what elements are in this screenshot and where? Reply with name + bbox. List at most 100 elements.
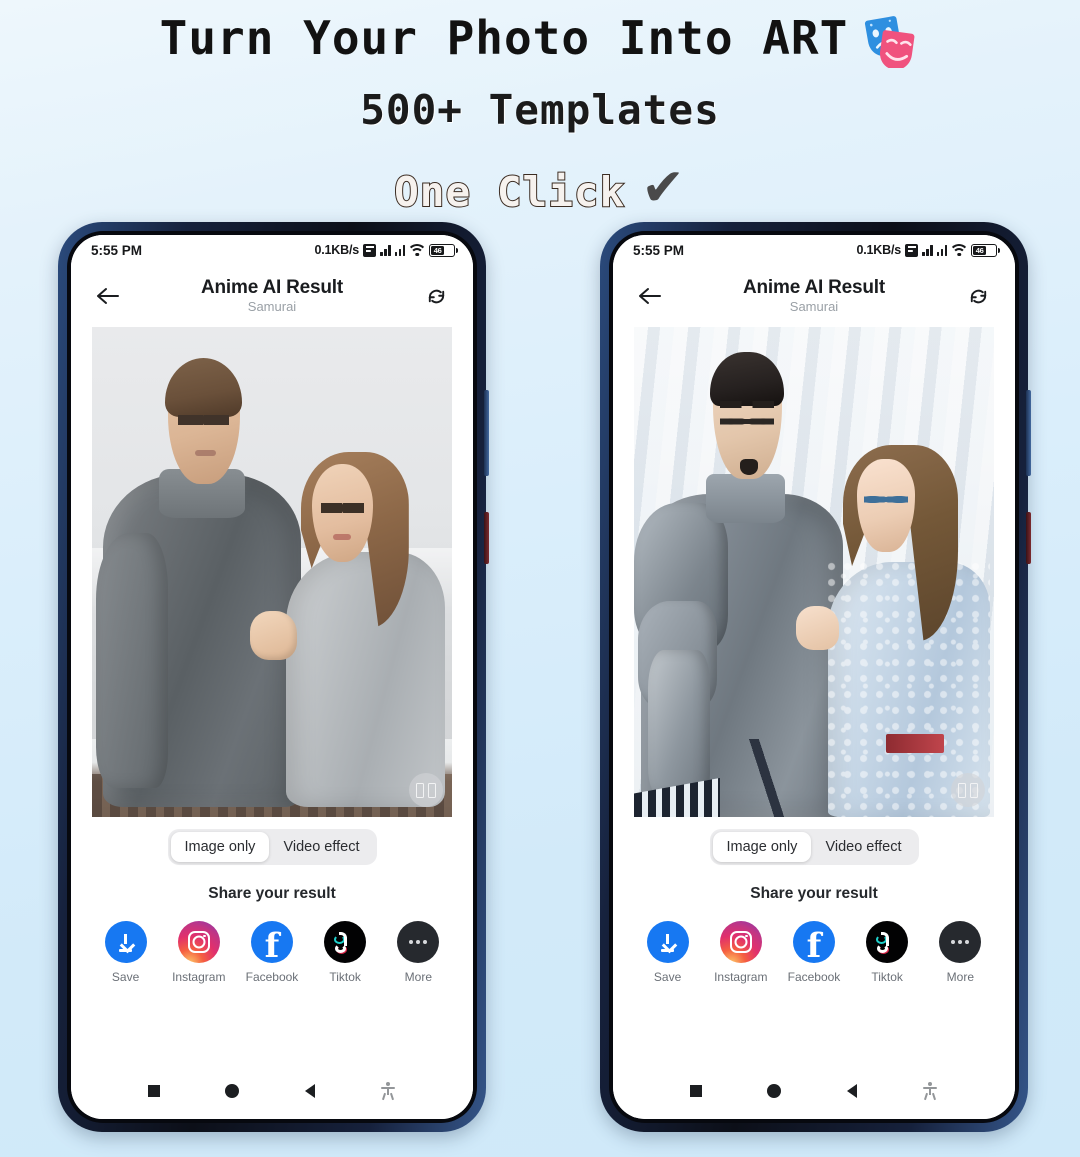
share-instagram-button[interactable]: Instagram [707,921,775,984]
back-icon[interactable] [304,1084,315,1098]
promo-line-1-text: Turn Your Photo Into ART [159,11,849,65]
facebook-icon: f [250,921,293,963]
refresh-icon[interactable] [415,275,457,317]
page-title: Anime AI Result [743,277,885,299]
mode-segmented-control: Image only Video effect [71,817,473,877]
status-time: 5:55 PM [91,242,143,258]
more-dots-icon [397,921,440,963]
share-save-button[interactable]: Save [634,921,702,984]
share-instagram-button[interactable]: Instagram [165,921,233,984]
phone-before: 5:55 PM 0.1KB/s 46 Anime AI Result Samur… [58,222,489,1132]
phone-screen: 5:55 PM 0.1KB/s 46 Anime AI Result Samur… [613,235,1015,1119]
checkmark-icon: ✔ [641,158,686,218]
app-bar: Anime AI Result Samurai [71,265,473,327]
share-save-button[interactable]: Save [92,921,160,984]
wifi-icon [951,244,967,256]
signal-icon-1 [380,244,391,256]
share-facebook-button[interactable]: f Facebook [238,921,306,984]
share-more-button[interactable]: More [926,921,994,984]
segmented-track: Image only Video effect [167,829,377,865]
theater-masks-icon [862,12,920,70]
signal-icon-1 [922,244,933,256]
phone-after: 5:55 PM 0.1KB/s 46 Anime AI Result Samur… [600,222,1031,1132]
accessibility-icon[interactable] [380,1082,396,1101]
back-arrow-icon[interactable] [87,275,129,317]
instagram-icon [177,921,220,963]
share-title: Share your result [71,877,473,905]
page-subtitle: Samurai [247,299,297,315]
facebook-icon: f [792,921,835,963]
instagram-icon [719,921,762,963]
share-label: Instagram [714,970,768,984]
result-image-area [71,327,473,817]
refresh-icon[interactable] [957,275,999,317]
volume-button[interactable] [484,390,489,476]
share-label: Tiktok [871,970,903,984]
signal-icon-2 [394,244,405,256]
recent-apps-icon[interactable] [147,1085,160,1097]
power-button[interactable] [484,512,489,564]
photo-anime-samurai [634,327,994,817]
home-icon[interactable] [767,1084,782,1098]
share-tiktok-button[interactable]: Tiktok [311,921,379,984]
share-row: Save Instagram f Facebook Tiktok More [71,905,473,984]
promo-headline: Turn Your Photo Into ART 500+ Templates … [0,0,1080,222]
app-bar: Anime AI Result Samurai [613,265,1015,327]
result-image-area [613,327,1015,817]
status-icons: 0.1KB/s 46 [314,243,458,257]
photo-original [92,327,452,817]
segment-image-only[interactable]: Image only [712,832,812,862]
result-image-before[interactable] [92,327,452,817]
battery-icon: 46 [429,243,458,257]
phone-bezel: 5:55 PM 0.1KB/s 46 Anime AI Result Samur… [609,231,1019,1123]
compare-split-icon[interactable] [951,773,985,807]
share-label: Facebook [787,970,841,984]
segment-image-only[interactable]: Image only [170,832,270,862]
share-label: More [946,970,975,984]
battery-level: 46 [431,245,445,255]
data-saver-icon [363,243,376,257]
compare-split-icon[interactable] [409,773,443,807]
share-label: Save [111,970,140,984]
network-speed: 0.1KB/s [856,243,902,257]
segment-video-effect[interactable]: Video effect [811,832,915,862]
promo-line-3: One Click ✔ [0,162,1080,218]
network-speed: 0.1KB/s [314,243,360,257]
android-nav-bar [613,1063,1015,1119]
app-bar-titles: Anime AI Result Samurai [671,277,957,315]
share-tiktok-button[interactable]: Tiktok [853,921,921,984]
page-title: Anime AI Result [201,277,343,299]
page-subtitle: Samurai [789,299,839,315]
power-button[interactable] [1026,512,1031,564]
phone-mockups: 5:55 PM 0.1KB/s 46 Anime AI Result Samur… [0,222,1080,1157]
result-image-after[interactable] [634,327,994,817]
share-row: Save Instagram f Facebook Tiktok More [613,905,1015,984]
status-icons: 0.1KB/s 46 [856,243,1000,257]
segment-video-effect[interactable]: Video effect [269,832,373,862]
share-facebook-button[interactable]: f Facebook [780,921,848,984]
download-icon [646,921,689,963]
volume-button[interactable] [1026,390,1031,476]
data-saver-icon [905,243,918,257]
recent-apps-icon[interactable] [689,1085,702,1097]
status-time: 5:55 PM [633,242,685,258]
back-icon[interactable] [846,1084,857,1098]
back-arrow-icon[interactable] [629,275,671,317]
download-icon [104,921,147,963]
android-nav-bar [71,1063,473,1119]
home-icon[interactable] [225,1084,240,1098]
status-bar: 5:55 PM 0.1KB/s 46 [71,235,473,265]
phone-bezel: 5:55 PM 0.1KB/s 46 Anime AI Result Samur… [67,231,477,1123]
tiktok-icon [866,921,909,963]
share-title: Share your result [613,877,1015,905]
status-bar: 5:55 PM 0.1KB/s 46 [613,235,1015,265]
accessibility-icon[interactable] [922,1082,938,1101]
more-dots-icon [939,921,982,963]
share-more-button[interactable]: More [384,921,452,984]
tiktok-icon [324,921,367,963]
share-label: Tiktok [329,970,361,984]
share-label: Instagram [172,970,226,984]
app-bar-titles: Anime AI Result Samurai [129,277,415,315]
segmented-track: Image only Video effect [709,829,919,865]
battery-level: 46 [973,245,987,255]
